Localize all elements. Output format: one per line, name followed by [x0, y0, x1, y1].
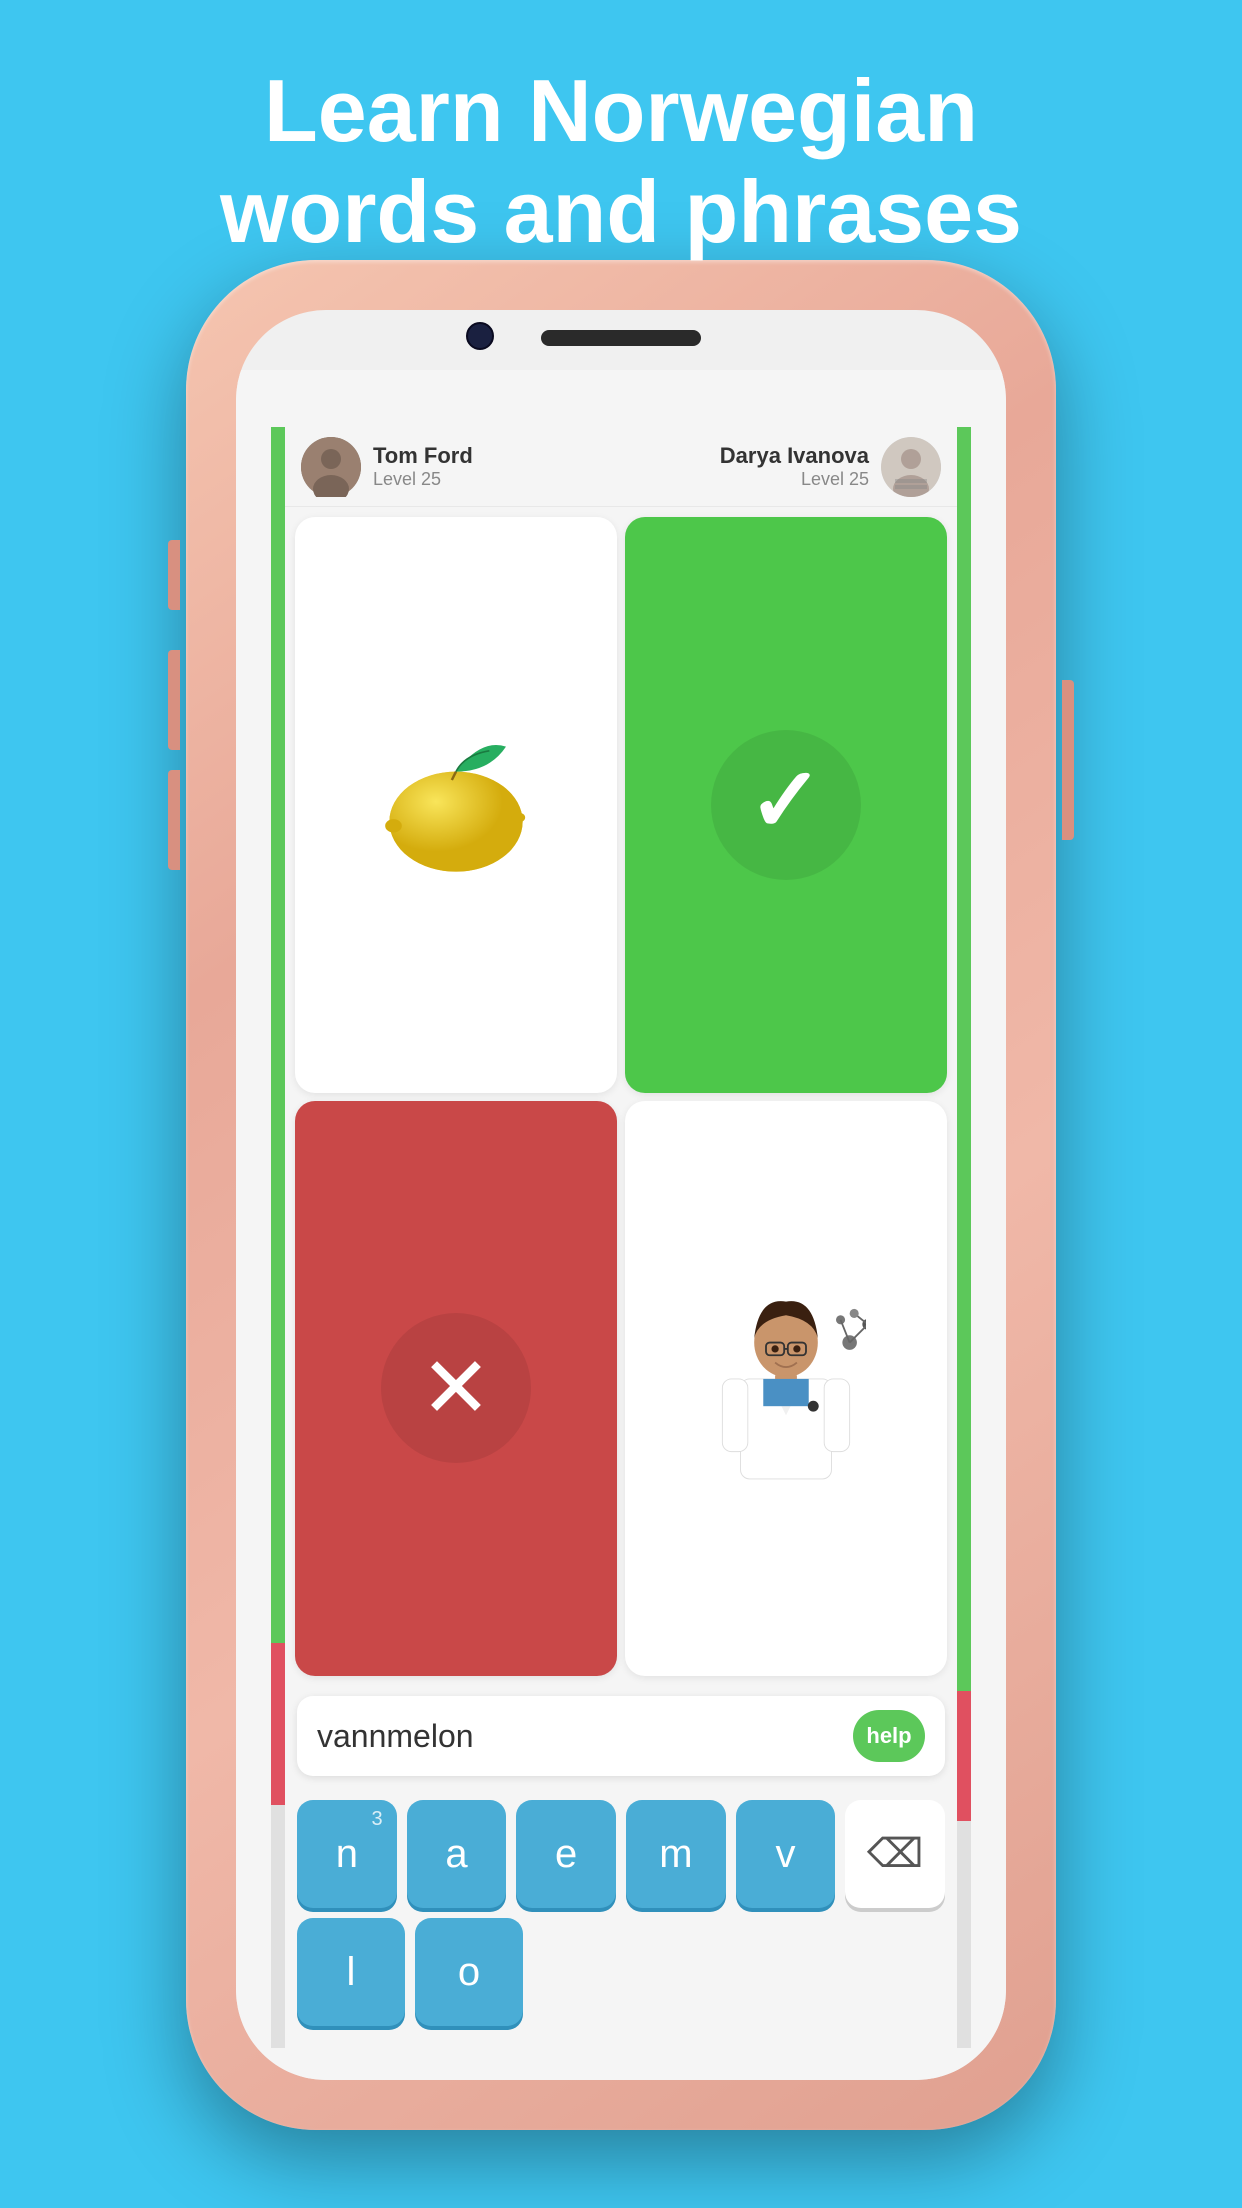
key-o[interactable]: o [415, 1918, 523, 2026]
key-delete[interactable]: ⌫ [845, 1800, 945, 1908]
screen: Tom Ford Level 25 [236, 370, 1006, 2080]
checkmark-icon: ✓ [748, 756, 823, 846]
keyboard-row-1: n 3 a e m [297, 1800, 945, 1908]
image-grid[interactable]: ✓ ✕ [285, 507, 957, 1686]
power-button [1062, 680, 1074, 840]
grid-cell-correct[interactable]: ✓ [625, 517, 947, 1093]
key-a-label: a [445, 1832, 467, 1877]
grid-cell-wrong[interactable]: ✕ [295, 1101, 617, 1677]
key-v[interactable]: v [736, 1800, 836, 1908]
player-info-darya: Darya Ivanova Level 25 [720, 443, 869, 490]
key-n-super: 3 [372, 1808, 383, 1831]
key-n-label: n [336, 1832, 358, 1877]
key-m-label: m [659, 1832, 692, 1877]
camera-icon [466, 322, 494, 350]
player-name-darya: Darya Ivanova [720, 443, 869, 469]
player-info-tom: Tom Ford Level 25 [373, 443, 473, 490]
page-title: Learn Norwegian words and phrases [0, 0, 1242, 262]
key-l[interactable]: l [297, 1918, 405, 2026]
key-e-label: e [555, 1832, 577, 1877]
avatar-darya [881, 437, 941, 497]
key-v-label: v [776, 1832, 796, 1877]
key-e[interactable]: e [516, 1800, 616, 1908]
word-input-row[interactable]: vannmelon help [297, 1696, 945, 1776]
keyboard-row-2: l o [297, 1918, 945, 2026]
key-a[interactable]: a [407, 1800, 507, 1908]
avatar-tom [301, 437, 361, 497]
grid-cell-lemon[interactable] [295, 517, 617, 1093]
help-label: help [866, 1723, 911, 1749]
player-name-tom: Tom Ford [373, 443, 473, 469]
delete-icon: ⌫ [867, 1831, 924, 1877]
key-o-label: o [458, 1950, 480, 1995]
help-button[interactable]: help [853, 1710, 925, 1762]
player-left: Tom Ford Level 25 [301, 437, 473, 497]
volume-up-button [168, 650, 180, 750]
progress-bar-left [271, 427, 285, 2048]
correct-inner: ✓ [711, 730, 861, 880]
player-level-darya: Level 25 [720, 469, 869, 490]
key-m[interactable]: m [626, 1800, 726, 1908]
players-header: Tom Ford Level 25 [285, 427, 957, 507]
word-display: vannmelon [317, 1718, 853, 1755]
key-n[interactable]: n 3 [297, 1800, 397, 1908]
keyboard: n 3 a e m [285, 1796, 957, 2048]
input-area: vannmelon help [285, 1686, 957, 1796]
volume-down-button [168, 770, 180, 870]
grid-cell-scientist[interactable] [625, 1101, 947, 1677]
title-line2: words and phrases [220, 162, 1022, 261]
content-area: Tom Ford Level 25 [285, 427, 957, 2048]
progress-bar-right [957, 427, 971, 2048]
mute-button [168, 540, 180, 610]
phone-frame: Tom Ford Level 25 [186, 260, 1056, 2130]
xmark-icon: ✕ [420, 1346, 491, 1431]
key-l-label: l [347, 1950, 356, 1995]
player-right: Darya Ivanova Level 25 [720, 437, 941, 497]
player-level-tom: Level 25 [373, 469, 473, 490]
speaker [541, 330, 701, 346]
wrong-inner: ✕ [381, 1313, 531, 1463]
title-line1: Learn Norwegian [264, 61, 978, 160]
